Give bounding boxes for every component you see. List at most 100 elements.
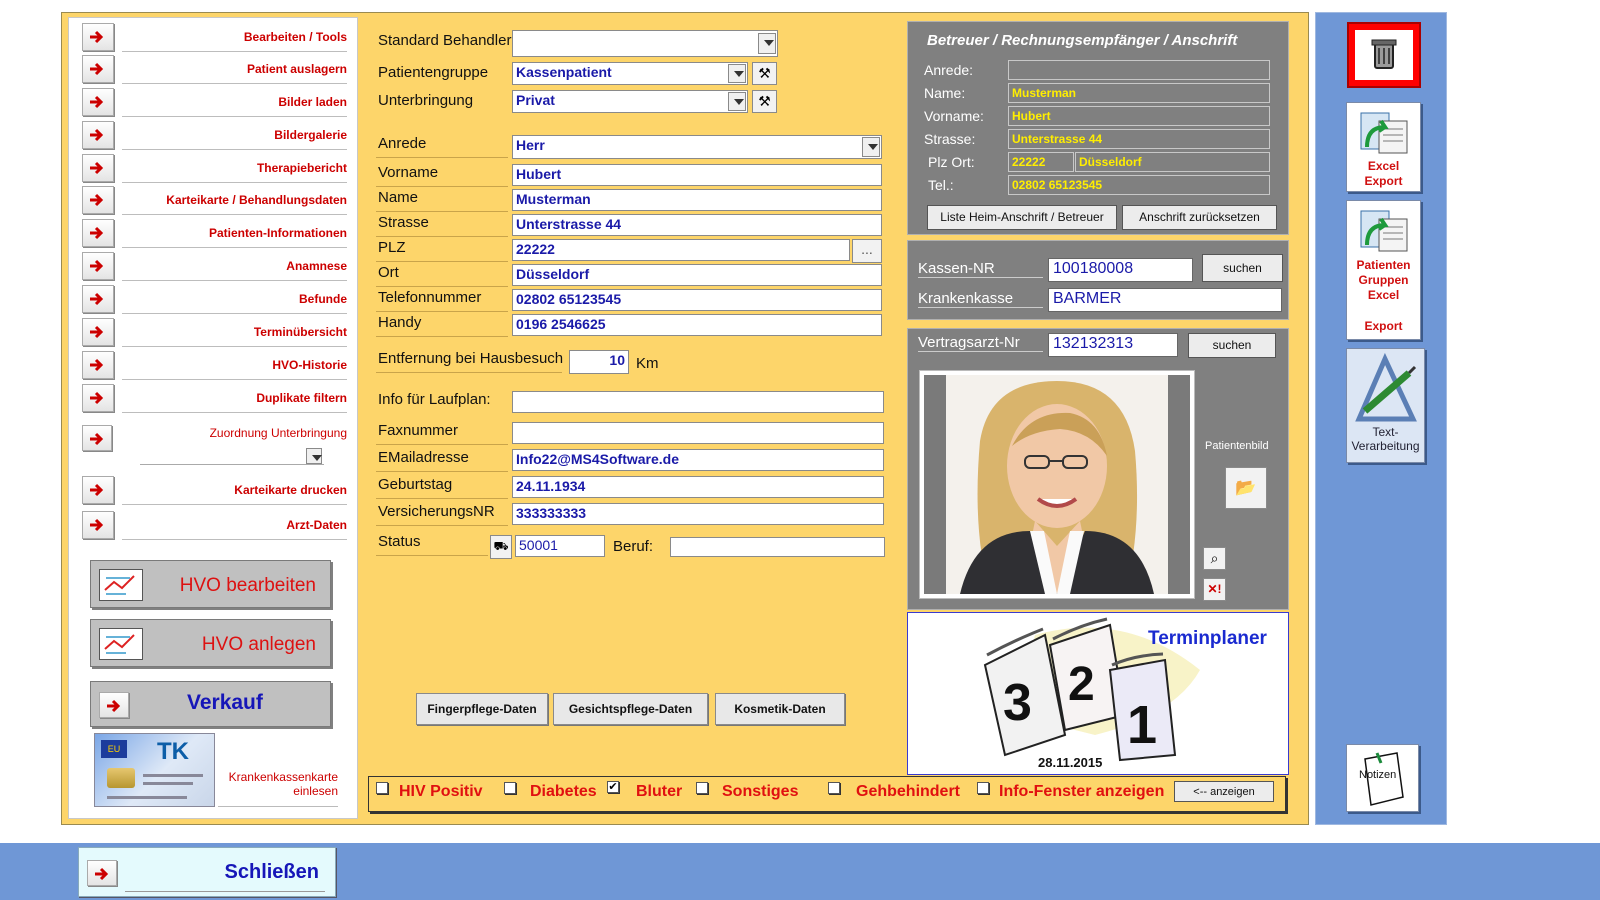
plz-lookup-button[interactable]: ... xyxy=(852,239,882,263)
nav-item-befunde[interactable]: Befunde xyxy=(82,282,347,314)
sonstiges-checkbox[interactable] xyxy=(696,782,708,794)
tools-icon[interactable]: ⚒ xyxy=(752,90,777,113)
name-field[interactable]: Musterman xyxy=(512,189,882,211)
betreuer-anrede-field[interactable] xyxy=(1008,60,1270,80)
nav-item-label: Bilder laden xyxy=(278,95,347,109)
versnr-field[interactable]: 333333333 xyxy=(512,503,884,525)
chevron-down-icon[interactable] xyxy=(306,448,322,464)
nav-item-anamnese[interactable]: Anamnese xyxy=(82,249,347,281)
patientengruppe-select[interactable]: Kassenpatient xyxy=(512,62,748,85)
hiv-positiv-checkbox[interactable] xyxy=(376,782,388,794)
betreuer-plz-field[interactable]: 22222 xyxy=(1008,152,1074,172)
hvo-bearbeiten-button[interactable]: HVO bearbeiten xyxy=(90,560,331,608)
unterbringung-label: Unterbringung xyxy=(378,92,474,109)
fingerpflege-daten-button[interactable]: Fingerpflege-Daten xyxy=(416,693,548,725)
gehbehindert-checkbox[interactable] xyxy=(828,782,840,794)
laufplan-field[interactable] xyxy=(512,391,884,413)
kasse-suchen-button[interactable]: suchen xyxy=(1202,254,1283,282)
unterbringung-select[interactable]: Privat xyxy=(512,90,748,113)
nav-item-bearbeiten-tools[interactable]: Bearbeiten / Tools xyxy=(82,20,347,52)
kassen-nr-label: Kassen-NR xyxy=(918,260,1043,278)
gesichtspflege-daten-button[interactable]: Gesichtspflege-Daten xyxy=(553,693,708,725)
nav-item-bildergalerie[interactable]: Bildergalerie xyxy=(82,118,347,150)
nav-item-hvo-historie[interactable]: HVO-Historie xyxy=(82,348,347,380)
red-arrow-icon xyxy=(87,860,117,886)
telefon-field[interactable]: 02802 65123545 xyxy=(512,289,882,311)
red-arrow-icon xyxy=(82,476,114,504)
zuordnung-label: Zuordnung Unterbringung xyxy=(209,426,347,440)
liste-heim-anschrift-button[interactable]: Liste Heim-Anschrift / Betreuer xyxy=(927,205,1117,230)
red-arrow-icon xyxy=(82,154,114,182)
betreuer-name-field[interactable]: Musterman xyxy=(1008,83,1270,103)
kassen-nr-field[interactable]: 100180008 xyxy=(1048,258,1193,282)
notizen-button[interactable]: Notizen xyxy=(1346,744,1419,812)
nav-item-duplikate-filtern[interactable]: Duplikate filtern xyxy=(82,381,347,413)
hiv-positiv-label: HIV Positiv xyxy=(399,783,483,800)
nav-item-bilder-laden[interactable]: Bilder laden xyxy=(82,85,347,117)
delete-button[interactable] xyxy=(1347,22,1421,88)
textverarbeitung-button[interactable]: Text- Verarbeitung xyxy=(1346,348,1425,463)
verkauf-button[interactable]: Verkauf xyxy=(90,681,331,727)
anschrift-zuruecksetzen-button[interactable]: Anschrift zurücksetzen xyxy=(1122,205,1277,230)
info-fenster-checkbox[interactable] xyxy=(977,782,989,794)
excel-export-label-2: Export xyxy=(1364,174,1403,188)
binoculars-icon[interactable]: ⛟ xyxy=(490,535,512,559)
nav-item-patienten-informationen[interactable]: Patienten-Informationen xyxy=(82,216,347,248)
ort-field[interactable]: Düsseldorf xyxy=(512,264,882,286)
magnifier-icon[interactable]: ⌕ xyxy=(1203,547,1226,570)
chevron-down-icon[interactable] xyxy=(758,33,776,54)
status-field[interactable]: 50001 xyxy=(515,535,605,557)
entfernung-field[interactable]: 10 xyxy=(569,350,629,374)
kosmetik-daten-button[interactable]: Kosmetik-Daten xyxy=(715,693,845,725)
bluter-label: Bluter xyxy=(636,783,683,800)
fax-label: Faxnummer xyxy=(376,422,508,445)
red-arrow-icon xyxy=(82,351,114,379)
versnr-label: VersicherungsNR xyxy=(376,503,508,526)
betreuer-ort-field[interactable]: Düsseldorf xyxy=(1075,152,1270,172)
nav-item-karteikarte[interactable]: Karteikarte / Behandlungsdaten xyxy=(82,183,347,215)
handy-field[interactable]: 0196 2546625 xyxy=(512,314,882,336)
vertragsarzt-field[interactable]: 132132313 xyxy=(1048,333,1178,357)
nav-item-patient-auslagern[interactable]: Patient auslagern xyxy=(82,52,347,84)
vorname-field[interactable]: Hubert xyxy=(512,164,882,186)
nav-item-terminuebersicht[interactable]: Terminübersicht xyxy=(82,315,347,347)
standard-behandler-select[interactable] xyxy=(512,30,778,57)
betreuer-strasse-field[interactable]: Unterstrasse 44 xyxy=(1008,129,1270,149)
beruf-field[interactable] xyxy=(670,537,885,557)
strasse-field[interactable]: Unterstrasse 44 xyxy=(512,214,882,236)
plz-field[interactable]: 22222 xyxy=(512,239,850,261)
geburtstag-field[interactable]: 24.11.1934 xyxy=(512,476,884,498)
anzeigen-button[interactable]: <-- anzeigen xyxy=(1174,781,1274,802)
chevron-down-icon[interactable] xyxy=(728,92,746,111)
anrede-label: Anrede xyxy=(376,135,508,158)
email-field[interactable]: Info22@MS4Software.de xyxy=(512,449,884,471)
red-arrow-icon xyxy=(82,285,114,313)
chevron-down-icon[interactable] xyxy=(728,64,746,83)
anrede-select[interactable]: Herr xyxy=(512,135,882,159)
diabetes-checkbox[interactable] xyxy=(504,782,516,794)
kassenkarte-einlesen-label[interactable]: Krankenkassenkarte einlesen xyxy=(218,770,338,798)
hvo-anlegen-label: HVO anlegen xyxy=(201,634,316,655)
krankenkasse-field[interactable]: BARMER xyxy=(1048,288,1282,312)
nav-item-arzt-daten[interactable]: Arzt-Daten xyxy=(82,508,347,540)
folder-open-icon[interactable]: 📂 xyxy=(1225,467,1267,509)
arzt-suchen-button[interactable]: suchen xyxy=(1188,333,1276,358)
nav-item-therapiebericht[interactable]: Therapiebericht xyxy=(82,151,347,183)
zuordnung-select[interactable] xyxy=(140,447,324,465)
patienten-gruppen-excel-export-button[interactable]: Patienten Gruppen Excel Export xyxy=(1346,200,1421,340)
terminplaner-title: Terminplaner xyxy=(1148,628,1267,649)
excel-export-button[interactable]: Excel Export xyxy=(1346,102,1421,192)
schliessen-button[interactable]: Schließen xyxy=(78,847,336,897)
hvo-anlegen-button[interactable]: HVO anlegen xyxy=(90,619,331,667)
tools-icon[interactable]: ⚒ xyxy=(752,62,777,85)
betreuer-vorname-field[interactable]: Hubert xyxy=(1008,106,1270,126)
fax-field[interactable] xyxy=(512,422,884,444)
nav-item-label: Befunde xyxy=(299,292,347,306)
nav-zuordnung-arrow[interactable] xyxy=(82,425,112,451)
delete-photo-icon[interactable]: ✕! xyxy=(1203,578,1226,601)
bluter-checkbox[interactable]: ✔ xyxy=(607,781,619,793)
chevron-down-icon[interactable] xyxy=(862,137,880,157)
nav-item-karteikarte-drucken[interactable]: Karteikarte drucken xyxy=(82,473,347,505)
insurance-card-image[interactable]: EU TK xyxy=(94,733,215,807)
betreuer-tel-field[interactable]: 02802 65123545 xyxy=(1008,175,1270,195)
